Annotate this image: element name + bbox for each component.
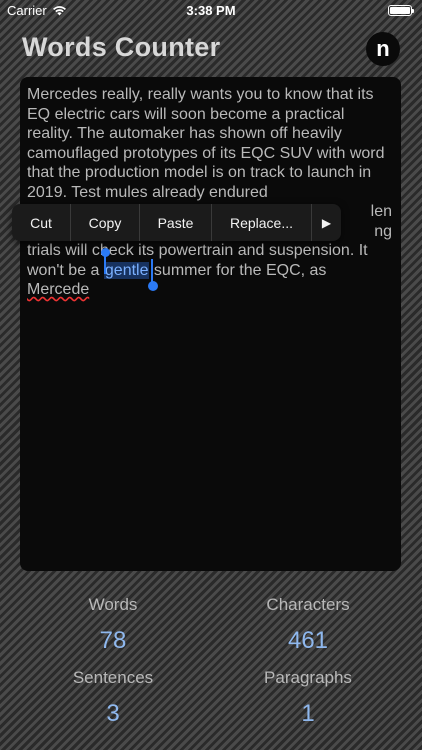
paragraphs-label: Paragraphs — [264, 668, 352, 687]
words-value: 78 — [99, 627, 127, 654]
selected-word[interactable]: gentle — [103, 261, 150, 279]
text-content[interactable]: Mercedes really, really wants you to kno… — [27, 85, 392, 300]
replace-button[interactable]: Replace... — [212, 204, 312, 241]
words-label: Words — [88, 595, 138, 614]
text-after: summer for the EQC, as — [149, 261, 327, 279]
paragraphs-value: 1 — [301, 700, 315, 727]
edit-menu: Cut Copy Paste Replace... ▶ — [12, 204, 341, 241]
battery-icon — [388, 5, 414, 16]
text-hidden-end-2: ng — [374, 222, 392, 240]
text-before: Mercedes really, really wants you to kno… — [27, 86, 385, 201]
status-time: 3:38 PM — [186, 3, 236, 18]
selection-end-handle[interactable] — [148, 259, 158, 291]
text-input-area[interactable]: Mercedes really, really wants you to kno… — [20, 77, 401, 571]
page-title: Words Counter — [22, 32, 221, 62]
logo-letter: n — [376, 36, 390, 61]
selection-start-handle[interactable] — [101, 248, 110, 274]
sentences-label: Sentences — [72, 668, 154, 687]
more-arrow-icon[interactable]: ▶ — [312, 204, 341, 241]
misspelled-word[interactable]: Mercede — [27, 281, 89, 298]
cut-button[interactable]: Cut — [12, 204, 71, 241]
logo-button[interactable]: n — [366, 32, 400, 66]
characters-label: Characters — [266, 595, 350, 614]
stats-panel: Words 78 Characters 461 Sentences 3 Para… — [0, 590, 422, 750]
text-hidden-end-1: len — [370, 203, 392, 220]
copy-button[interactable]: Copy — [71, 204, 140, 241]
sentences-value: 3 — [106, 700, 120, 727]
characters-value: 461 — [287, 627, 329, 654]
paste-button[interactable]: Paste — [140, 204, 212, 241]
status-bar: Carrier 3:38 PM — [0, 0, 422, 22]
